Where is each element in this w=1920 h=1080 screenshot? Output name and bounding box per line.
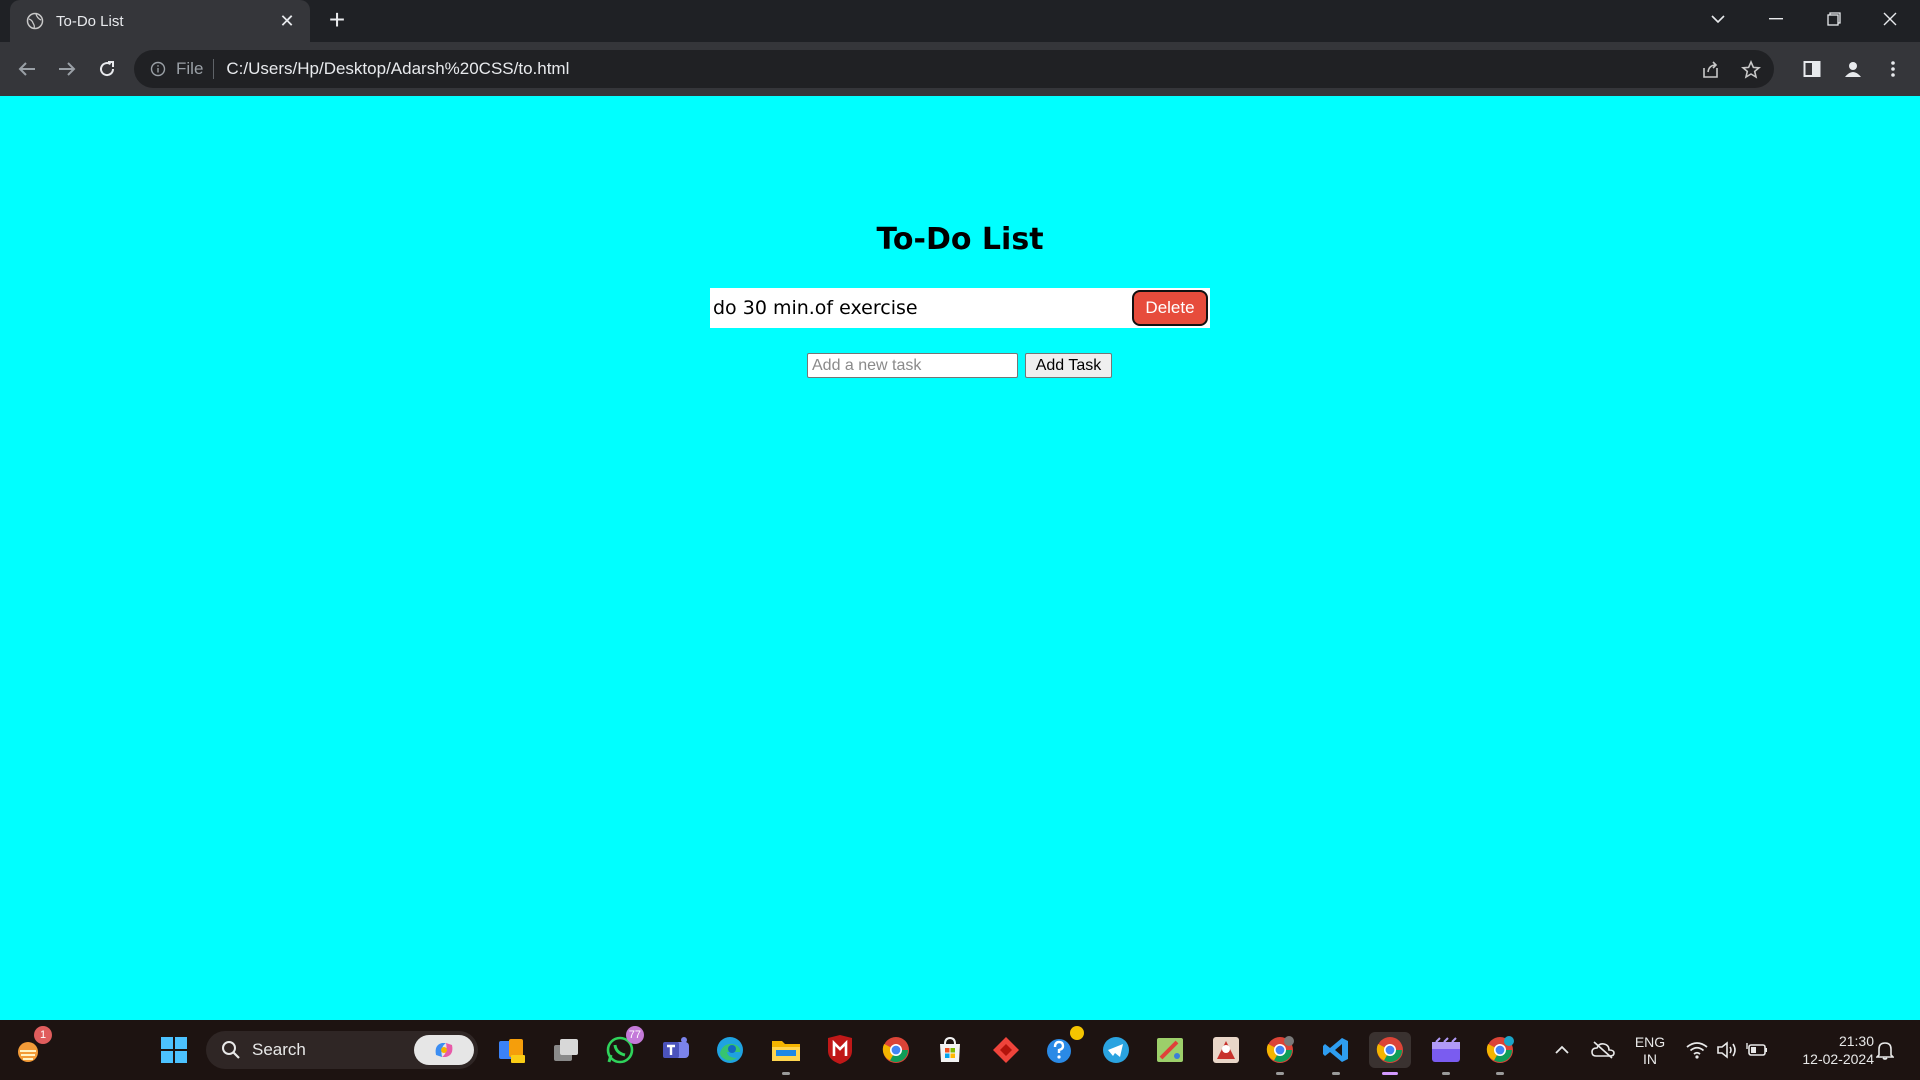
clipchamp-icon[interactable] [1428, 1032, 1464, 1075]
clock-time: 21:30 [1838, 1033, 1874, 1049]
close-window-icon[interactable] [1862, 0, 1918, 38]
help-badge-dot [1070, 1026, 1084, 1040]
browser-toolbar: File C:/Users/Hp/Desktop/Adarsh%20CSS/to… [0, 42, 1920, 96]
reload-icon[interactable] [90, 52, 124, 86]
mcafee-icon[interactable] [822, 1032, 858, 1068]
onedrive-offline-icon[interactable] [1588, 1020, 1618, 1080]
battery-icon[interactable] [1744, 1020, 1770, 1080]
url-separator [213, 59, 215, 79]
running-indicator [1332, 1072, 1340, 1075]
chrome-profile-icon[interactable] [1262, 1032, 1298, 1075]
close-tab-icon[interactable]: ✕ [276, 10, 298, 32]
notification-badge: 1 [34, 1026, 52, 1044]
microsoft-store-icon[interactable] [932, 1032, 968, 1068]
vscode-icon[interactable] [1318, 1032, 1354, 1075]
side-panel-icon[interactable] [1797, 54, 1827, 84]
notification-bell-icon[interactable] [1874, 1020, 1896, 1080]
task-text: do 30 min.of exercise [713, 297, 918, 319]
task-list-item: do 30 min.of exercise Delete [710, 288, 1210, 328]
new-task-input[interactable] [807, 353, 1018, 378]
restore-icon[interactable] [1806, 0, 1862, 38]
anydesk-icon[interactable] [988, 1032, 1024, 1068]
volume-icon[interactable] [1714, 1020, 1740, 1080]
delete-task-button[interactable]: Delete [1132, 290, 1208, 326]
info-icon[interactable] [148, 59, 168, 79]
tab-title: To-Do List [56, 12, 124, 30]
tab-search-icon[interactable] [1690, 0, 1746, 38]
menu-kebab-icon[interactable] [1878, 54, 1908, 84]
copilot-icon[interactable] [414, 1035, 474, 1065]
chrome-active-icon[interactable] [1369, 1032, 1411, 1075]
search-label: Search [252, 1040, 306, 1059]
forward-icon[interactable] [50, 52, 84, 86]
url-scheme: File [176, 59, 204, 78]
browser-tab-bar: To-Do List ✕ + [0, 0, 1920, 42]
search-icon [220, 1039, 242, 1061]
address-bar[interactable]: File C:/Users/Hp/Desktop/Adarsh%20CSS/to… [134, 50, 1774, 88]
running-indicator [1496, 1072, 1504, 1075]
new-tab-button[interactable]: + [322, 6, 352, 35]
game-app-icon[interactable] [1208, 1032, 1244, 1068]
chrome-icon[interactable] [878, 1032, 914, 1068]
page-title: To-Do List [876, 222, 1044, 257]
taskbar-search[interactable]: Search [206, 1031, 478, 1069]
windows-taskbar: 1 Search 77 ENG IN 21:30 12-02-2024 [0, 1020, 1920, 1080]
wifi-icon[interactable] [1684, 1020, 1710, 1080]
whatsapp-badge: 77 [625, 1026, 644, 1044]
minimize-icon[interactable] [1748, 0, 1804, 38]
running-indicator [1442, 1072, 1450, 1075]
teams-icon[interactable] [658, 1032, 694, 1068]
widgets-icon[interactable]: 1 [10, 1026, 52, 1068]
file-explorer-icon[interactable] [768, 1032, 804, 1075]
language-region: IN [1643, 1051, 1657, 1067]
back-icon[interactable] [10, 52, 44, 86]
clock-date: 12-02-2024 [1802, 1051, 1874, 1067]
browser-tab[interactable]: To-Do List ✕ [10, 0, 310, 42]
photos-pre-icon[interactable] [494, 1032, 530, 1068]
whatsapp-icon[interactable]: 77 [602, 1026, 644, 1068]
share-icon[interactable] [1698, 57, 1724, 83]
url-text: C:/Users/Hp/Desktop/Adarsh%20CSS/to.html [226, 59, 570, 78]
add-task-button[interactable]: Add Task [1025, 353, 1112, 378]
get-help-icon[interactable] [1042, 1026, 1084, 1068]
language-indicator[interactable]: ENG IN [1626, 1034, 1674, 1068]
chevron-up-icon[interactable] [1550, 1020, 1574, 1080]
bookmark-star-icon[interactable] [1738, 57, 1764, 83]
paint-icon[interactable] [1152, 1032, 1188, 1068]
start-icon[interactable] [156, 1032, 192, 1068]
running-indicator [1276, 1072, 1284, 1075]
telegram-icon[interactable] [1098, 1032, 1134, 1068]
task-view-icon[interactable] [548, 1032, 584, 1068]
active-indicator [1382, 1072, 1398, 1075]
clock[interactable]: 21:30 12-02-2024 [1780, 1032, 1874, 1068]
chrome-account-icon[interactable] [1482, 1032, 1518, 1075]
edge-icon[interactable] [712, 1032, 748, 1068]
language-code: ENG [1634, 1034, 1666, 1050]
running-indicator [782, 1072, 790, 1075]
profile-icon[interactable] [1838, 54, 1868, 84]
page-content: To-Do List do 30 min.of exercise Delete … [0, 96, 1920, 1020]
globe-icon [26, 12, 44, 30]
